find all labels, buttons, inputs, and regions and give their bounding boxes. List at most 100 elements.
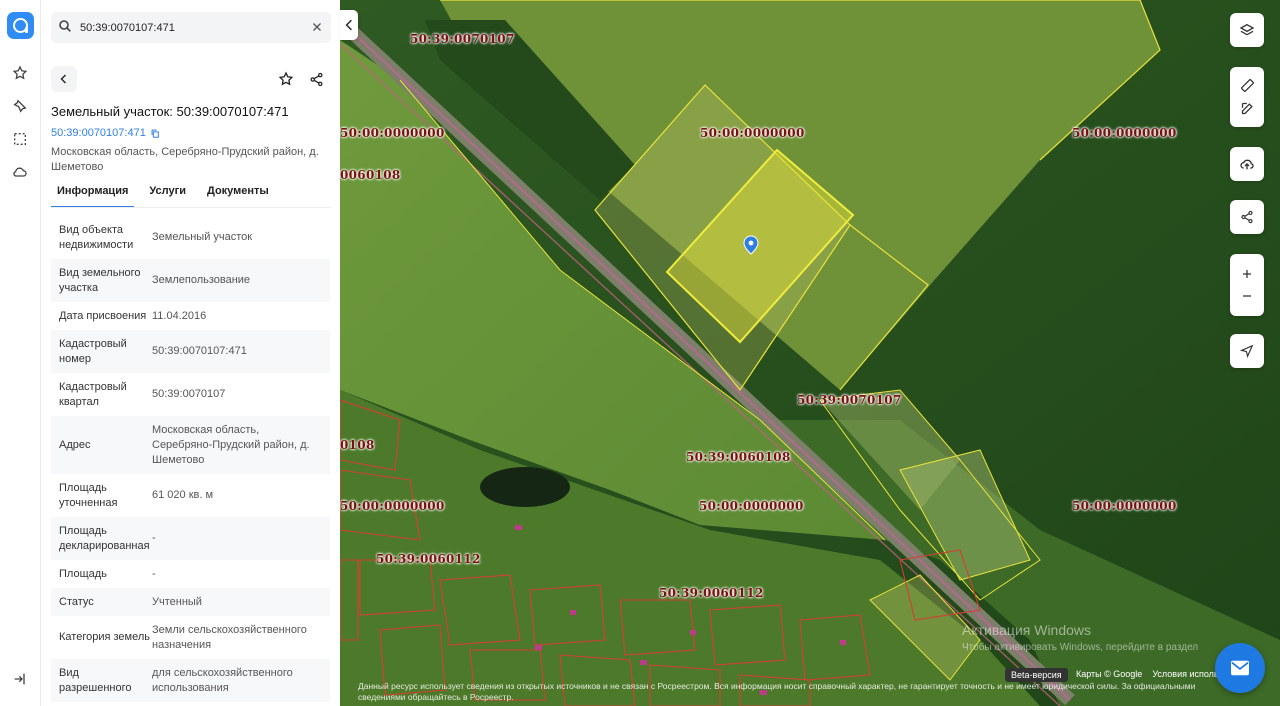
row-value: Земельный участок [152, 231, 253, 243]
search-input[interactable] [80, 18, 300, 37]
row-value: 61 020 кв. м [152, 489, 214, 501]
tab-documents[interactable]: Документы [201, 180, 275, 208]
cadastral-number-link[interactable]: 50:39:0070107:471 [51, 127, 160, 139]
search-bar [51, 12, 331, 43]
parcel-label: 0060108 [340, 168, 401, 182]
parcel-label: 50:00:0000000 [1072, 499, 1177, 513]
row-key: Площадь [59, 567, 107, 580]
parcel-label: 50:00:0000000 [1072, 126, 1177, 140]
beta-badge: Beta-версия [1005, 668, 1068, 682]
copy-icon[interactable] [150, 128, 160, 139]
search-icon [57, 18, 73, 39]
upload-button[interactable] [1230, 147, 1264, 181]
collapse-panel-button[interactable] [340, 10, 358, 40]
pin-tool-icon[interactable] [9, 95, 31, 117]
parcel-label: 50:00:0000000 [700, 126, 805, 140]
tab-information[interactable]: Информация [51, 180, 135, 208]
row-key: Кадастровый номер [59, 337, 127, 365]
clear-search-icon[interactable] [311, 20, 323, 38]
row-key: Вид объекта недвижимости [59, 223, 134, 251]
parcel-label: 50:00:0000000 [699, 499, 804, 513]
parcel-label: 0108 [340, 438, 375, 452]
app-logo-icon[interactable] [7, 12, 34, 39]
select-area-icon[interactable] [9, 128, 31, 150]
table-row: Площадь - [51, 560, 330, 588]
share-icon [1241, 210, 1253, 224]
row-value: 50:39:0070107:471 [152, 345, 247, 357]
tab-services[interactable]: Услуги [143, 180, 192, 208]
share-button[interactable] [303, 66, 329, 92]
parcel-label: 50:39:0060112 [659, 586, 764, 600]
parcel-label: 50:00:0000000 [340, 499, 445, 513]
map-share-button[interactable] [1230, 200, 1264, 234]
back-button[interactable] [51, 66, 77, 92]
object-address: Московская область, Серебряно-Прудский р… [51, 146, 319, 173]
mail-icon [1231, 660, 1249, 676]
row-key: Вид разрешенного [59, 666, 132, 694]
zoom-controls [1230, 254, 1264, 316]
row-value: Учтенный [152, 595, 202, 608]
table-row: Вид разрешенного для сельскохозяйственног… [51, 659, 330, 702]
table-row: Дата присвоения 11.04.2016 [51, 302, 330, 330]
table-row: Площадь декларированная - [51, 517, 330, 560]
parcel-label: 50:39:0070107 [797, 393, 902, 407]
favorite-button[interactable] [273, 66, 299, 92]
page-title: Земельный участок: 50:39:0070107:471 [51, 104, 289, 119]
table-row: Кадастровый квартал 50:39:0070107 [51, 373, 330, 416]
favorites-star-icon[interactable] [9, 62, 31, 84]
layers-icon [1239, 23, 1255, 36]
table-row: Кадастровый номер 50:39:0070107:471 [51, 330, 330, 373]
tabs-divider [51, 207, 331, 208]
table-row: Адрес Московская область, Серебряно-Прудс… [51, 416, 330, 474]
zoom-out-icon[interactable] [1241, 290, 1253, 302]
star-icon [278, 71, 294, 86]
row-value: для сельскохозяйственного использования [152, 666, 293, 694]
navigation-arrow-icon [1240, 344, 1254, 358]
row-value: Землепользование [152, 274, 251, 286]
row-value: - [152, 532, 156, 544]
locate-button[interactable] [1230, 334, 1264, 368]
ruler-icon[interactable] [1240, 78, 1255, 93]
row-key: Кадастровый квартал [59, 380, 127, 408]
logout-icon[interactable] [9, 668, 31, 690]
row-key: Вид земельного участка [59, 266, 141, 294]
row-key: Площадь декларированная [59, 524, 150, 552]
parcel-label: 50:39:0060108 [686, 450, 791, 464]
edit-icon[interactable] [1240, 101, 1255, 116]
info-tabs: Информация Услуги Документы [51, 180, 331, 208]
row-value: - [152, 567, 156, 580]
table-row: Статус Учтенный [51, 588, 330, 616]
info-table: Вид объекта недвижимости Земельный участо… [51, 216, 330, 702]
map-view[interactable]: 50:39:0070107 50:00:0000000 50:00:000000… [340, 0, 1280, 706]
row-value: 50:39:0070107 [152, 388, 226, 400]
cloud-upload-icon [1240, 159, 1254, 170]
row-key: Адрес [59, 438, 91, 451]
chat-button[interactable] [1215, 643, 1265, 693]
share-icon [310, 72, 322, 86]
measure-edit-group [1230, 67, 1264, 127]
windows-activation-hint: Чтобы активировать Windows, перейдите в … [962, 642, 1199, 653]
row-key: Площадь уточненная [59, 481, 118, 509]
cadastral-number-text[interactable]: 50:39:0070107:471 [51, 127, 146, 139]
layers-button[interactable] [1230, 13, 1264, 47]
row-value: Московская область, Серебряно-Прудский р… [152, 423, 310, 466]
data-disclaimer: Данный ресурс использует сведения из отк… [358, 681, 1196, 702]
object-info-panel: Земельный участок: 50:39:0070107:471 50:… [41, 0, 340, 706]
table-row: Площадь уточненная 61 020 кв. м [51, 474, 330, 517]
table-row: Вид земельного участка Землепользование [51, 259, 330, 302]
icon-rail [0, 0, 41, 706]
row-key: Дата присвоения [59, 309, 147, 322]
parcel-label: 50:39:0060112 [376, 552, 481, 566]
chevron-left-icon [60, 74, 66, 84]
parcel-label: 50:39:0070107 [410, 32, 515, 46]
zoom-in-icon[interactable] [1241, 268, 1253, 280]
parcel-label: 50:00:0000000 [340, 126, 445, 140]
row-key: Статус [59, 595, 94, 608]
table-row: Категория земель Земли сельскохозяйственн… [51, 616, 330, 659]
attribution-google: Карты © Google [1076, 669, 1143, 679]
chevron-left-icon [345, 19, 352, 31]
cloud-icon[interactable] [9, 161, 31, 183]
windows-activation-watermark: Активация Windows [962, 622, 1092, 638]
table-row: Вид объекта недвижимости Земельный участо… [51, 216, 330, 259]
satellite-imagery [340, 0, 1280, 706]
